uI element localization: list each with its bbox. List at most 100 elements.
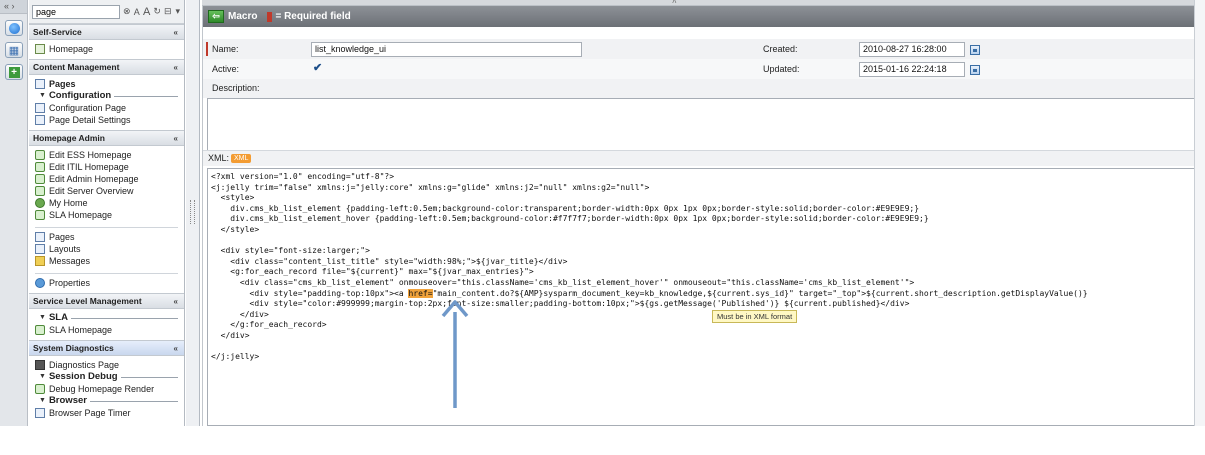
code-line: </j:jelly>: [211, 352, 260, 362]
xml-badge: XML: [231, 153, 252, 163]
name-field[interactable]: list_knowledge_ui: [311, 42, 582, 57]
rail-collapse-control[interactable]: « ›: [0, 0, 27, 14]
application-navigator: ⊗ A A ↻ ⊟ ▾ Self-Service« Homepage Conte…: [29, 0, 185, 426]
chevron-up-icon: «: [173, 63, 178, 72]
home-circle-button[interactable]: [5, 20, 23, 36]
menu-dropdown-icon[interactable]: ▾: [174, 6, 181, 17]
code-line: <div style="font-size:larger;">: [211, 246, 370, 256]
triangle-down-icon: ▼: [39, 92, 46, 99]
code-line: <style>: [211, 193, 255, 203]
nav-item-homepage[interactable]: Homepage: [35, 43, 184, 55]
code-line: </g:for_each_record>: [211, 320, 327, 330]
refresh-icon[interactable]: ↻: [153, 6, 161, 17]
nav-module-session-debug[interactable]: ▼ Session Debug: [35, 371, 184, 383]
active-label: Active:: [212, 64, 240, 74]
xml-label: XML:: [208, 153, 230, 163]
code-line: <g:for_each_record file="${current}" max…: [211, 267, 534, 277]
xml-label-row: XML: XML: [203, 150, 1195, 166]
updated-calendar-icon[interactable]: [970, 65, 980, 75]
xml-code-editor[interactable]: <?xml version="1.0" encoding="utf-8"?> <…: [207, 168, 1195, 426]
nav-module-configuration[interactable]: ▼ Configuration: [35, 90, 184, 102]
form-title: Macro: [228, 11, 258, 22]
required-indicator-icon: [267, 11, 273, 22]
nav-item-configuration-page[interactable]: Configuration Page: [35, 102, 184, 114]
description-label: Description:: [212, 83, 260, 93]
name-label: Name:: [212, 44, 239, 54]
properties-icon: [35, 278, 45, 288]
code-line: <?xml version="1.0" encoding="utf-8"?>: [211, 172, 395, 181]
section-service-level-management[interactable]: Service Level Management «: [29, 293, 184, 309]
splitter-grip[interactable]: [190, 200, 195, 224]
nav-item-edit-server-overview[interactable]: Edit Server Overview: [35, 185, 184, 197]
document-icon: [35, 103, 45, 113]
globe-icon: [35, 198, 45, 208]
document-icon: [35, 232, 45, 242]
nav-item-sla-homepage[interactable]: SLA Homepage: [35, 209, 184, 221]
active-checkbox[interactable]: ✔: [313, 63, 323, 74]
code-line: </div>: [211, 309, 269, 319]
code-line: <div style="color:#999999;margin-top:2px…: [211, 299, 910, 309]
description-textarea[interactable]: [207, 98, 1195, 158]
updated-field[interactable]: 2015-01-16 22:24:18: [859, 62, 965, 77]
updated-label: Updated:: [763, 64, 800, 74]
clear-filter-icon[interactable]: ⊗: [123, 6, 131, 17]
homepage-gear-icon: [35, 150, 45, 160]
created-label: Created:: [763, 44, 798, 54]
macro-form: ⇦ Macro = Required field Name: list_know…: [202, 6, 1195, 426]
navigator-filter-input[interactable]: [32, 4, 120, 19]
code-line: <j:jelly trim="false" xmlns:j="jelly:cor…: [211, 182, 650, 192]
section-self-service[interactable]: Self-Service «: [29, 24, 184, 40]
code-line: <div class="cms_kb_list_element" onmouse…: [211, 277, 915, 287]
nav-item-layouts[interactable]: Layouts: [35, 243, 184, 255]
document-icon: [35, 115, 45, 125]
nav-item-edit-admin-homepage[interactable]: Edit Admin Homepage: [35, 173, 184, 185]
nav-item-diagnostics-page[interactable]: Diagnostics Page: [35, 359, 184, 371]
home-circle-icon: [8, 22, 20, 34]
nav-item-edit-ess-homepage[interactable]: Edit ESS Homepage: [35, 149, 184, 161]
diagnostics-icon: [35, 360, 45, 370]
nav-item-debug-homepage-render[interactable]: Debug Homepage Render: [35, 383, 184, 395]
nav-item-pages[interactable]: Pages: [35, 78, 184, 90]
created-calendar-icon[interactable]: [970, 45, 980, 55]
code-line: </div>: [211, 330, 250, 340]
code-line-tail: "main_content.do?${AMP}sysparm_document_…: [432, 288, 1088, 298]
section-homepage-admin[interactable]: Homepage Admin «: [29, 130, 184, 146]
nav-item-messages[interactable]: Messages: [35, 255, 184, 267]
chevron-up-icon: «: [173, 344, 178, 353]
right-scroll-edge[interactable]: [1194, 0, 1205, 426]
code-line: div.cms_kb_list_element {padding-left:0.…: [211, 203, 920, 213]
nav-item-sla-homepage-2[interactable]: SLA Homepage: [35, 324, 184, 336]
house-icon: [35, 44, 45, 54]
nav-item-pages-list[interactable]: Pages: [35, 231, 184, 243]
nav-module-browser[interactable]: ▼ Browser: [35, 395, 184, 407]
nav-item-my-home[interactable]: My Home: [35, 197, 184, 209]
created-field[interactable]: 2010-08-27 16:28:00: [859, 42, 965, 57]
font-smaller-icon[interactable]: A: [134, 7, 141, 17]
nav-separator: [35, 269, 178, 274]
nav-item-edit-itil-homepage[interactable]: Edit ITIL Homepage: [35, 161, 184, 173]
triangle-down-icon: ▼: [39, 314, 46, 321]
triangle-down-icon: ▼: [39, 373, 46, 380]
section-system-diagnostics[interactable]: System Diagnostics «: [29, 340, 184, 356]
nav-item-browser-page-timer[interactable]: Browser Page Timer: [35, 407, 184, 419]
section-content-management[interactable]: Content Management «: [29, 59, 184, 75]
homepage-gear-icon: [35, 186, 45, 196]
add-icon: +: [8, 66, 20, 78]
navigator-splitter[interactable]: [186, 0, 200, 426]
homepage-gear-icon: [35, 210, 45, 220]
homepage-gear-icon: [35, 162, 45, 172]
back-button[interactable]: ⇦: [208, 10, 224, 23]
nav-item-properties[interactable]: Properties: [35, 277, 184, 289]
chevron-up-icon: «: [173, 297, 178, 306]
font-larger-icon[interactable]: A: [143, 6, 150, 18]
add-button[interactable]: +: [5, 64, 23, 80]
grid-button[interactable]: ▦: [5, 42, 23, 58]
collapse-all-icon[interactable]: ⊟: [164, 6, 172, 17]
code-line: div.cms_kb_list_element_hover {padding-l…: [211, 214, 929, 224]
nav-item-page-detail-settings[interactable]: Page Detail Settings: [35, 114, 184, 126]
code-line: <div style="padding-top:10px"><a: [211, 288, 409, 298]
nav-separator: [35, 223, 178, 228]
navigator-toolbar: ⊗ A A ↻ ⊟ ▾: [29, 0, 184, 24]
nav-module-sla[interactable]: ▼ SLA: [35, 312, 184, 324]
triangle-down-icon: ▼: [39, 397, 46, 404]
